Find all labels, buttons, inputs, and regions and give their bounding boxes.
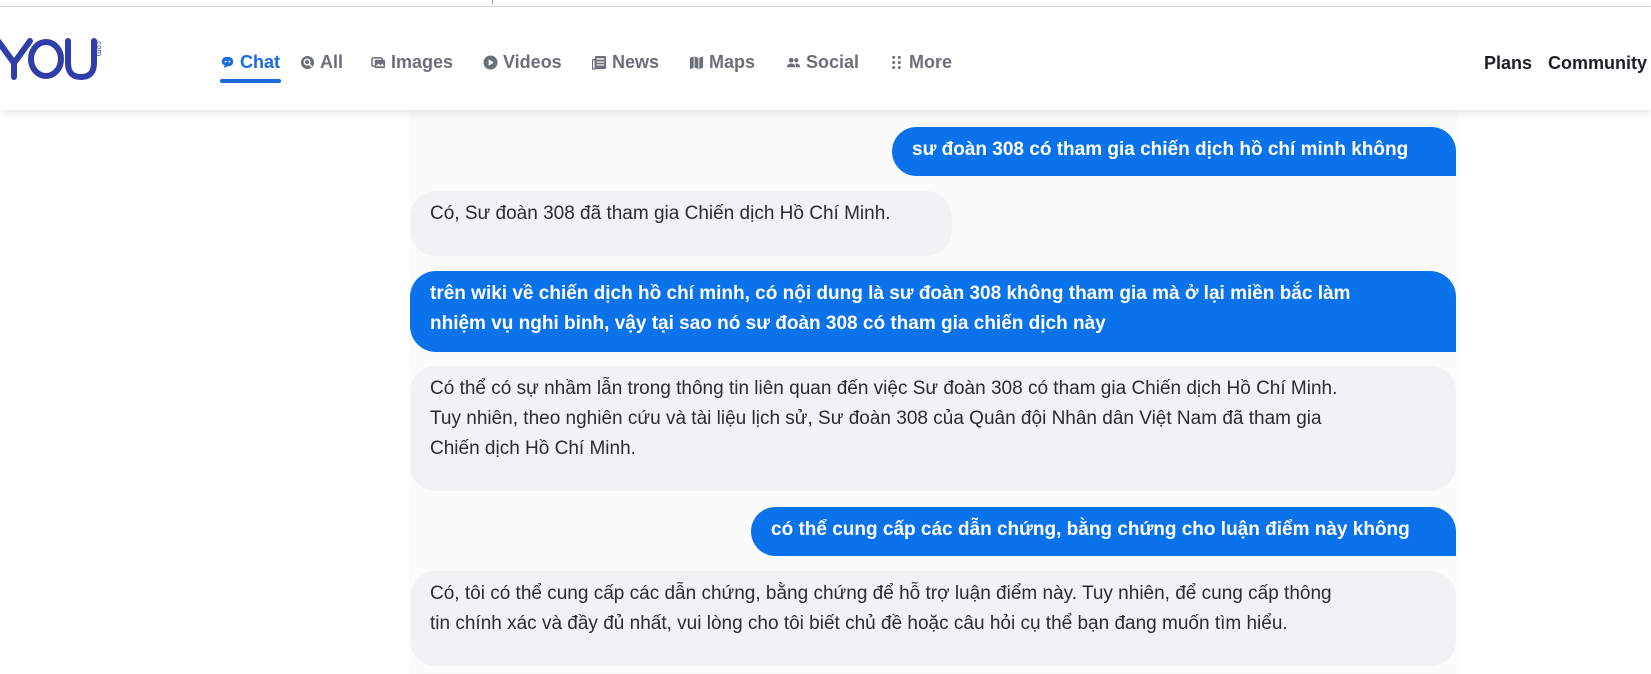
message-line: Có thể có sự nhầm lẫn trong thông tin li… — [430, 378, 1338, 399]
message-line: Có, tôi có thể cung cấp các dẫn chứng, b… — [430, 583, 1332, 604]
tab-videos-label: Videos — [503, 51, 562, 72]
message-line: nhiệm vụ nghi binh, vậy tại sao nó sư đo… — [430, 313, 1106, 334]
dots-grid-icon — [889, 55, 904, 70]
assistant-message: Có, tôi có thể cung cấp các dẫn chứng, b… — [410, 571, 1456, 666]
message-line: Chiến dịch Hồ Chí Minh. — [430, 438, 636, 459]
tab-images-label: Images — [391, 51, 454, 72]
chat-icon — [220, 55, 235, 70]
user-message: trên wiki về chiến dịch hồ chí minh, có … — [410, 271, 1456, 352]
you-logo[interactable]: .com — [0, 33, 104, 83]
message-line: trên wiki về chiến dịch hồ chí minh, có … — [430, 283, 1351, 304]
people-icon — [786, 55, 801, 70]
message-line: tin chính xác và đầy đủ nhất, vui lòng c… — [430, 613, 1288, 634]
top-edge-tick — [492, 0, 493, 4]
tab-social[interactable]: Social — [786, 45, 859, 79]
tab-all[interactable]: All — [300, 45, 343, 79]
active-tab-indicator — [220, 79, 281, 83]
community-link[interactable]: Community — [1548, 53, 1647, 74]
message-line: có thể cung cấp các dẫn chứng, bằng chứn… — [771, 519, 1410, 540]
browser-top-edge — [0, 0, 1651, 7]
play-icon — [483, 54, 498, 70]
message-line: sư đoàn 308 có tham gia chiến dịch hồ ch… — [912, 139, 1409, 160]
message-line: Có, Sư đoàn 308 đã tham gia Chiến dịch H… — [430, 203, 891, 224]
tab-more-label: More — [909, 51, 953, 72]
tab-social-label: Social — [806, 51, 860, 72]
plans-link[interactable]: Plans — [1484, 53, 1532, 74]
header-right-links: Plans Community — [1480, 45, 1651, 79]
logo-suffix: .com — [95, 39, 103, 56]
tab-news-label: News — [612, 51, 660, 72]
search-icon — [300, 55, 315, 70]
assistant-message: Có thể có sự nhầm lẫn trong thông tin li… — [410, 366, 1456, 491]
message-line: Tuy nhiên, theo nghiên cứu và tài liệu l… — [430, 408, 1322, 429]
tab-more[interactable]: More — [889, 45, 952, 79]
tab-videos[interactable]: Videos — [483, 45, 562, 79]
images-icon — [371, 55, 386, 70]
tab-maps-label: Maps — [709, 51, 756, 72]
tab-news[interactable]: News — [592, 45, 659, 79]
user-message: có thể cung cấp các dẫn chứng, bằng chứn… — [751, 507, 1456, 556]
tab-chat[interactable]: Chat — [220, 45, 281, 83]
news-icon — [592, 55, 607, 70]
map-icon — [689, 55, 704, 70]
tab-images[interactable]: Images — [371, 45, 453, 79]
top-header: .com Chat All Images Videos News Maps So… — [0, 7, 1651, 110]
tab-all-label: All — [320, 51, 344, 72]
assistant-message: Có, Sư đoàn 308 đã tham gia Chiến dịch H… — [410, 191, 952, 256]
user-message: sư đoàn 308 có tham gia chiến dịch hồ ch… — [892, 127, 1456, 176]
tab-maps[interactable]: Maps — [689, 45, 755, 79]
tab-chat-label: Chat — [240, 51, 280, 72]
